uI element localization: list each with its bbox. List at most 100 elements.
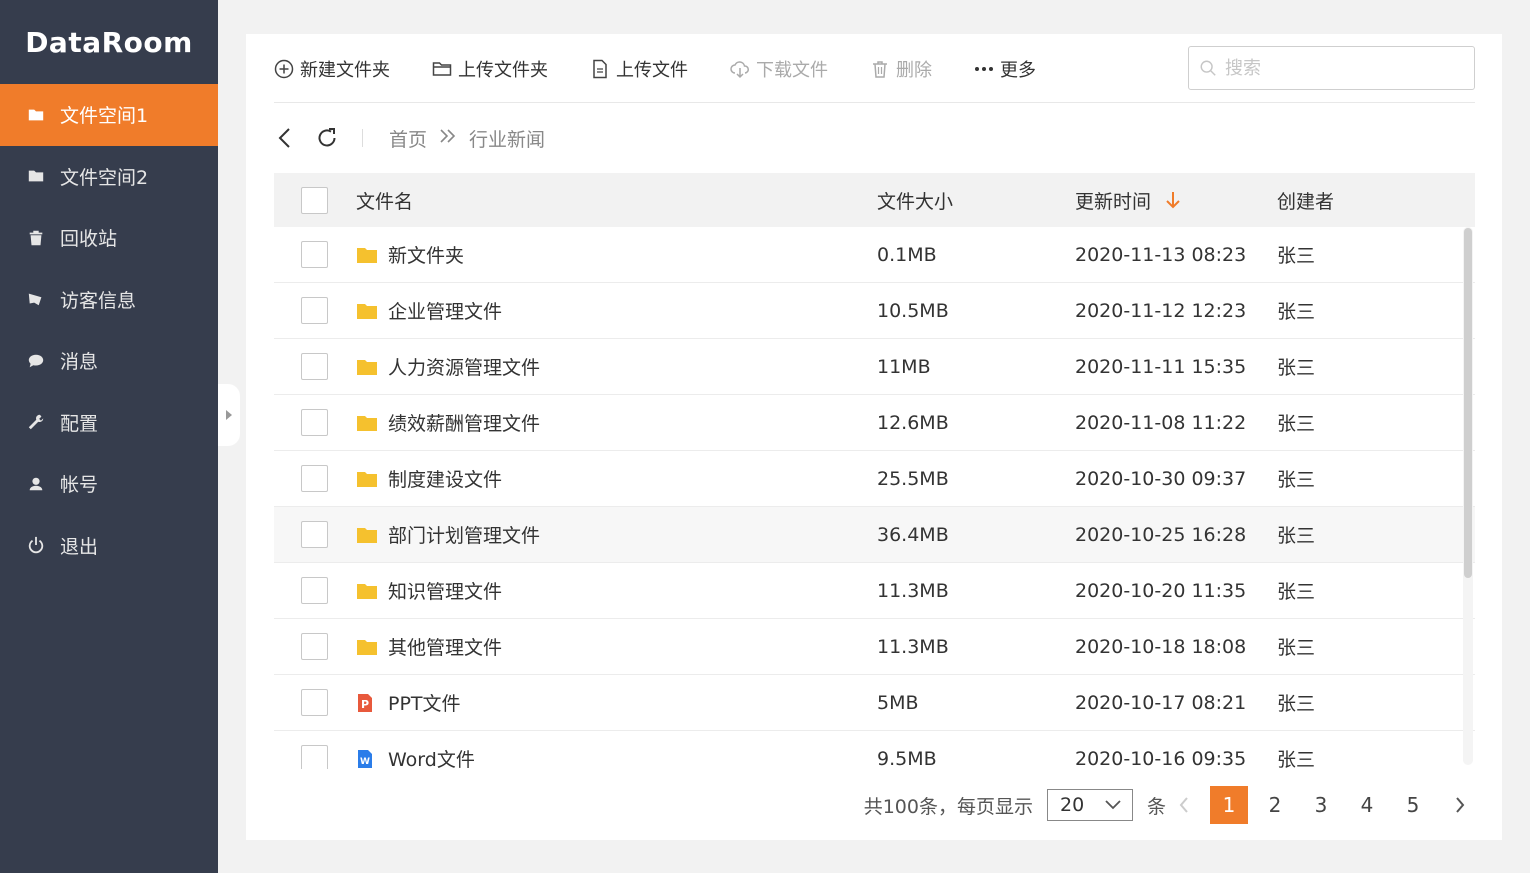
double-chevron-right-icon (439, 128, 457, 148)
file-name[interactable]: PPT文件 (388, 689, 461, 716)
sidebar-item-space1[interactable]: 文件空间1 (0, 84, 218, 146)
chevron-down-icon (1105, 800, 1121, 810)
sidebar-item-visitors[interactable]: 访客信息 (0, 269, 218, 331)
row-checkbox[interactable] (301, 577, 328, 604)
table-body: 新文件夹 0.1MB 2020-11-13 08:23 张三 企业管理文件 10.5MB 2… (274, 227, 1475, 769)
row-checkbox[interactable] (301, 409, 328, 436)
row-checkbox[interactable] (301, 689, 328, 716)
table-row[interactable]: 其他管理文件 11.3MB 2020-10-18 18:08 张三 (274, 619, 1475, 675)
file-name[interactable]: 人力资源管理文件 (388, 353, 540, 380)
page-4[interactable]: 4 (1348, 786, 1386, 824)
svg-text:W: W (360, 757, 370, 767)
column-time-header[interactable]: 更新时间 (1075, 187, 1277, 214)
sidebar-item-settings[interactable]: 配置 (0, 392, 218, 454)
table-row[interactable]: 制度建设文件 25.5MB 2020-10-30 09:37 张三 (274, 451, 1475, 507)
next-page-icon[interactable] (1448, 796, 1472, 814)
table-header: 文件名 文件大小 更新时间 创建者 (274, 173, 1475, 227)
file-name[interactable]: Word文件 (388, 745, 475, 769)
more-button[interactable]: 更多 (974, 56, 1036, 82)
file-updated-time: 2020-10-17 08:21 (1075, 691, 1247, 714)
trash-icon (26, 228, 46, 248)
page-1[interactable]: 1 (1210, 786, 1248, 824)
message-icon (26, 351, 46, 371)
row-checkbox[interactable] (301, 241, 328, 268)
select-all-checkbox[interactable] (301, 186, 328, 214)
column-name-header: 文件名 (356, 190, 414, 213)
file-name[interactable]: 企业管理文件 (388, 297, 502, 324)
sort-desc-arrow-icon[interactable] (1165, 190, 1181, 210)
upload-file-button[interactable]: 上传文件 (590, 56, 688, 82)
row-checkbox[interactable] (301, 633, 328, 660)
file-creator: 张三 (1277, 637, 1316, 659)
sidebar-item-space2[interactable]: 文件空间2 (0, 146, 218, 208)
app-logo: DataRoom (25, 25, 193, 59)
file-updated-time: 2020-11-12 12:23 (1075, 299, 1247, 322)
sidebar-item-label: 帐号 (60, 474, 99, 497)
file-size: 9.5MB (877, 747, 937, 770)
table-row[interactable]: 企业管理文件 10.5MB 2020-11-12 12:23 张三 (274, 283, 1475, 339)
row-checkbox[interactable] (301, 465, 328, 492)
breadcrumb-home[interactable]: 首页 (389, 125, 427, 152)
new-folder-button[interactable]: 新建文件夹 (274, 56, 390, 82)
folder-icon (356, 245, 378, 265)
file-size: 36.4MB (877, 523, 949, 546)
sidebar-collapse-toggle[interactable] (218, 384, 240, 446)
file-updated-time: 2020-11-08 11:22 (1075, 411, 1247, 434)
table-row[interactable]: 新文件夹 0.1MB 2020-11-13 08:23 张三 (274, 227, 1475, 283)
row-checkbox[interactable] (301, 521, 328, 548)
file-name[interactable]: 知识管理文件 (388, 577, 502, 604)
row-checkbox[interactable] (301, 297, 328, 324)
sidebar-item-recycle-bin[interactable]: 回收站 (0, 207, 218, 269)
table-row[interactable]: 绩效薪酬管理文件 12.6MB 2020-11-08 11:22 张三 (274, 395, 1475, 451)
file-icon (593, 59, 607, 79)
search-input[interactable] (1225, 57, 1455, 79)
prev-page-icon[interactable] (1172, 796, 1196, 814)
page-size-unit: 条 (1146, 795, 1166, 818)
page-2[interactable]: 2 (1256, 786, 1294, 824)
refresh-icon[interactable] (316, 127, 338, 149)
row-checkbox[interactable] (301, 353, 328, 380)
table-row[interactable]: P PPT文件 5MB 2020-10-17 08:21 张三 (274, 675, 1475, 731)
sidebar-item-label: 访客信息 (60, 289, 137, 312)
sidebar-item-account[interactable]: 帐号 (0, 453, 218, 515)
table-row[interactable]: 部门计划管理文件 36.4MB 2020-10-25 16:28 张三 (274, 507, 1475, 563)
file-name[interactable]: 其他管理文件 (388, 633, 502, 660)
page-5[interactable]: 5 (1394, 786, 1432, 824)
search-box[interactable] (1188, 46, 1475, 90)
file-name[interactable]: 新文件夹 (388, 241, 464, 268)
page-3[interactable]: 3 (1302, 786, 1340, 824)
path-bar: 首页 行业新闻 (274, 120, 545, 156)
back-icon[interactable] (274, 127, 296, 149)
download-file-button[interactable]: 下载文件 (730, 56, 828, 82)
folder-outline-icon (432, 62, 452, 76)
file-name[interactable]: 部门计划管理文件 (388, 521, 540, 548)
wrench-icon (26, 412, 46, 432)
breadcrumb-current: 行业新闻 (469, 128, 546, 151)
page-size-select[interactable]: 20 (1046, 789, 1133, 821)
scrollbar-thumb[interactable] (1464, 228, 1472, 578)
folder-icon (356, 525, 378, 545)
file-name[interactable]: 绩效薪酬管理文件 (388, 409, 540, 436)
upload-folder-button[interactable]: 上传文件夹 (432, 56, 548, 82)
file-updated-time: 2020-10-16 09:35 (1075, 747, 1247, 770)
file-creator: 张三 (1277, 357, 1316, 379)
folder-icon (356, 357, 378, 377)
column-size-header: 文件大小 (877, 190, 954, 213)
sidebar-item-logout[interactable]: 退出 (0, 515, 218, 577)
table-row[interactable]: 人力资源管理文件 11MB 2020-11-11 15:35 张三 (274, 339, 1475, 395)
file-size: 0.1MB (877, 243, 937, 266)
table-row[interactable]: W Word文件 9.5MB 2020-10-16 09:35 张三 (274, 731, 1475, 769)
file-size: 11.3MB (877, 579, 949, 602)
more-dots-icon (975, 67, 993, 71)
cloud-download-icon (730, 61, 749, 79)
sidebar-item-messages[interactable]: 消息 (0, 330, 218, 392)
file-name[interactable]: 制度建设文件 (388, 465, 502, 492)
folder-icon (26, 166, 46, 186)
table-scrollbar[interactable] (1463, 227, 1473, 765)
file-updated-time: 2020-10-18 18:08 (1075, 635, 1247, 658)
row-checkbox[interactable] (301, 745, 328, 769)
table-row[interactable]: 知识管理文件 11.3MB 2020-10-20 11:35 张三 (274, 563, 1475, 619)
file-creator: 张三 (1277, 693, 1316, 715)
delete-button[interactable]: 删除 (870, 56, 932, 82)
folder-icon (356, 413, 378, 433)
